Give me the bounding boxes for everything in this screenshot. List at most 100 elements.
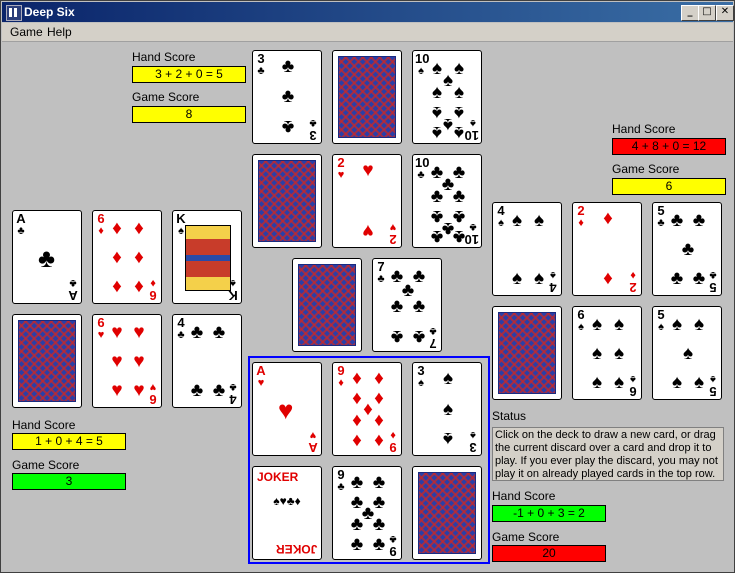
heart-icon: ♥: [111, 322, 123, 343]
club-icon: ♣: [17, 225, 25, 237]
club-icon: ♣: [190, 322, 204, 343]
card-right-1[interactable]: 4 ♠ ♠ ♠ ♠ ♠ 4 ♠: [492, 202, 562, 296]
card-rank: 5: [709, 280, 717, 295]
spade-icon: ♠: [533, 210, 545, 231]
heart-icon: ♥: [111, 351, 123, 372]
club-icon: ♣: [350, 472, 364, 493]
club-icon: ♣: [190, 380, 204, 401]
diamond-icon: ♦: [338, 377, 344, 389]
card-right-3[interactable]: 5 ♣ ♣ ♣ ♣ ♣ ♣ 5 ♣: [652, 202, 722, 296]
card-rank: 4: [177, 315, 185, 330]
diamond-icon: ♦: [578, 217, 584, 229]
card-rank: A: [256, 363, 266, 378]
card-top-3[interactable]: 10 ♠ ♠ ♠ ♠ ♠ ♠ ♠ ♠ ♠ ♠ ♠ 10 ♠: [412, 50, 482, 144]
card-rank: 9: [337, 467, 345, 482]
card-right-5[interactable]: 6 ♠ ♠ ♠ ♠ ♠ ♠ ♠ 6 ♠: [572, 306, 642, 400]
card-bottom-3[interactable]: 3 ♠ ♠ ♠ ♠ 3 ♠: [412, 362, 482, 456]
card-left-2[interactable]: 6 ♦ ♦ ♦ ♦ ♦ ♦ ♦ 6 ♦: [92, 210, 162, 304]
club-icon: ♣: [257, 65, 265, 77]
club-icon: ♣: [350, 534, 364, 555]
spade-icon: ♠: [671, 372, 683, 393]
discard-card[interactable]: 7 ♣ ♣ ♣ ♣ ♣ ♣ ♣ ♣ 7 ♣: [372, 258, 442, 352]
club-icon: ♣: [430, 186, 444, 207]
card-rank: 6: [577, 307, 585, 322]
card-rank: 10: [464, 128, 479, 143]
top-hand-score: 3 + 2 + 0 = 5: [132, 66, 246, 83]
card-rank: K: [176, 211, 186, 226]
club-icon: ♣: [337, 481, 345, 493]
card-mid-3[interactable]: 10 ♣ ♣ ♣ ♣ ♣ ♣ ♣ ♣ ♣ ♣ ♣ 10 ♣: [412, 154, 482, 248]
spade-icon: ♠: [453, 82, 465, 103]
club-icon: ♣: [452, 186, 466, 207]
card-mid-2[interactable]: 2 ♥ ♥ ♥ 2 ♥: [332, 154, 402, 248]
card-rank: A: [308, 440, 318, 455]
card-left-5[interactable]: 6 ♥ ♥ ♥ ♥ ♥ ♥ ♥ 6 ♥: [92, 314, 162, 408]
club-icon: ♣: [417, 169, 425, 181]
diamond-icon: ♦: [352, 368, 362, 389]
status-text: Click on the deck to draw a new card, or…: [492, 427, 724, 481]
card-bottom-1[interactable]: A ♥ ♥ A ♥: [252, 362, 322, 456]
card-rank: A: [16, 211, 26, 226]
card-right-2[interactable]: 2 ♦ ♦ ♦ 2 ♦: [572, 202, 642, 296]
right-hand-score: 4 + 8 + 0 = 12: [612, 138, 726, 155]
club-icon: ♣: [309, 117, 317, 129]
spade-icon: ♠: [693, 372, 705, 393]
diamond-icon: ♦: [112, 276, 122, 297]
club-icon: ♣: [372, 472, 386, 493]
diamond-icon: ♦: [134, 276, 144, 297]
card-rank: 4: [497, 203, 505, 218]
card-rank: 6: [149, 288, 157, 303]
heart-icon: ♥: [278, 395, 294, 425]
spade-icon: ♠: [578, 321, 584, 333]
menu-game[interactable]: Game: [10, 25, 43, 39]
joker-label: JOKER: [275, 542, 317, 556]
heart-icon: ♥: [133, 380, 145, 401]
card-back-left-4[interactable]: [12, 314, 82, 408]
club-icon: ♣: [372, 514, 386, 535]
card-right-6[interactable]: 5 ♠ ♠ ♠ ♠ ♠ ♠ 5 ♠: [652, 306, 722, 400]
spade-icon: ♠: [431, 122, 443, 143]
card-bottom-5[interactable]: 9 ♣ ♣ ♣ ♣ ♣ ♣ ♣ ♣ ♣ ♣ 9 ♣: [332, 466, 402, 560]
card-rank: 4: [549, 280, 557, 295]
card-rank: 5: [657, 203, 665, 218]
card-back-top-2[interactable]: [332, 50, 402, 144]
card-back-bottom-6[interactable]: [412, 466, 482, 560]
heart-icon: ♥: [133, 322, 145, 343]
spade-icon: ♠: [671, 314, 683, 335]
minimize-button[interactable]: _: [681, 5, 699, 21]
card-left-3[interactable]: K ♠ K ♠: [172, 210, 242, 304]
spade-icon: ♠: [442, 428, 454, 449]
club-icon: ♣: [670, 268, 684, 289]
card-bottom-4-joker[interactable]: JOKER ♠♥♣♦ JOKER: [252, 466, 322, 560]
diamond-icon: ♦: [112, 218, 122, 239]
heart-icon: ♥: [389, 221, 397, 233]
club-icon: ♣: [709, 269, 717, 281]
heart-icon: ♥: [149, 381, 157, 393]
diamond-icon: ♦: [134, 218, 144, 239]
club-icon: ♣: [390, 326, 404, 347]
maximize-button[interactable]: □: [698, 5, 716, 21]
diamond-icon: ♦: [374, 410, 384, 431]
card-left-1[interactable]: A ♣ ♣ A ♣: [12, 210, 82, 304]
game-board: Hand Score 3 + 2 + 0 = 5 Game Score 8 Ha…: [2, 42, 733, 571]
draw-deck[interactable]: [292, 258, 362, 352]
close-button[interactable]: ✕: [716, 5, 734, 21]
club-icon: ♣: [412, 296, 426, 317]
spade-icon: ♠: [498, 217, 504, 229]
club-icon: ♣: [412, 326, 426, 347]
diamond-icon: ♦: [374, 368, 384, 389]
club-icon: ♣: [372, 534, 386, 555]
app-icon[interactable]: [6, 5, 22, 21]
card-rank: 3: [469, 440, 477, 455]
club-icon: ♣: [657, 217, 665, 229]
title-bar[interactable]: Deep Six _ □ ✕: [2, 2, 734, 22]
card-left-6[interactable]: 4 ♣ ♣ ♣ ♣ ♣ 4 ♣: [172, 314, 242, 408]
heart-icon: ♥: [362, 220, 374, 241]
card-back-mid-1[interactable]: [252, 154, 322, 248]
card-top-1[interactable]: 3 ♣ ♣ ♣ ♣ 3 ♣: [252, 50, 322, 144]
card-rank: 7: [429, 336, 437, 351]
heart-icon: ♥: [111, 380, 123, 401]
card-back-right-4[interactable]: [492, 306, 562, 400]
card-bottom-2[interactable]: 9 ♦ ♦ ♦ ♦ ♦ ♦ ♦ ♦ ♦ ♦ 9 ♦: [332, 362, 402, 456]
menu-help[interactable]: Help: [47, 25, 72, 39]
